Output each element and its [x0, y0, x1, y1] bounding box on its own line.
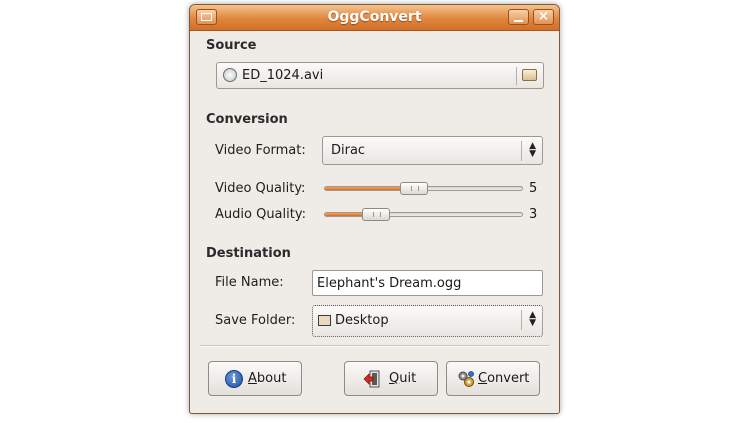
video-quality-handle[interactable]: [399, 182, 428, 195]
file-name-input[interactable]: Elephant's Dream.ogg: [312, 270, 543, 296]
chevron-updown-icon: ▲ ▼: [529, 310, 536, 328]
convert-button[interactable]: Convert: [446, 361, 540, 396]
file-icon: [223, 68, 237, 82]
audio-quality-slider[interactable]: [324, 208, 523, 221]
source-file-chooser[interactable]: ED_1024.avi: [216, 62, 544, 89]
save-folder-combo[interactable]: Desktop ▲ ▼: [312, 305, 543, 337]
combo-separator: [521, 310, 522, 330]
folder-icon[interactable]: [522, 69, 537, 81]
title-bar[interactable]: OggConvert ×: [190, 5, 559, 31]
about-button-label: About: [248, 371, 287, 386]
convert-button-label: Convert: [478, 371, 530, 386]
video-quality-value: 5: [529, 181, 538, 196]
window-title: OggConvert: [327, 9, 422, 25]
file-chooser-separator: [516, 67, 517, 85]
video-format-label: Video Format:: [215, 143, 306, 158]
minimize-button[interactable]: [508, 9, 529, 25]
video-quality-slider[interactable]: [324, 182, 523, 195]
info-icon: i: [225, 370, 243, 388]
source-file-name: ED_1024.avi: [242, 68, 324, 83]
chevron-updown-icon: ▲ ▼: [529, 141, 536, 159]
audio-quality-value: 3: [529, 207, 538, 222]
conversion-heading: Conversion: [206, 112, 288, 127]
video-format-combo[interactable]: Dirac ▲ ▼: [322, 136, 543, 165]
quit-button[interactable]: Quit: [344, 361, 438, 396]
file-name-label: File Name:: [215, 275, 284, 290]
video-format-value: Dirac: [331, 143, 366, 158]
save-folder-label: Save Folder:: [215, 313, 296, 328]
about-button[interactable]: i About: [208, 361, 302, 396]
combo-separator: [521, 141, 522, 161]
destination-heading: Destination: [206, 246, 291, 261]
quit-button-label: Quit: [389, 371, 417, 386]
save-folder-value: Desktop: [335, 313, 389, 328]
close-icon: ×: [538, 9, 549, 24]
video-quality-label: Video Quality:: [215, 181, 306, 196]
button-divider: [200, 345, 549, 347]
source-heading: Source: [206, 38, 257, 53]
exit-icon: [363, 370, 380, 388]
audio-quality-label: Audio Quality:: [215, 207, 306, 222]
close-button[interactable]: ×: [533, 9, 554, 25]
file-name-value: Elephant's Dream.ogg: [317, 276, 462, 291]
audio-quality-handle[interactable]: [362, 208, 391, 221]
desktop-icon: [318, 315, 331, 326]
oggconvert-window: OggConvert × Source ED_1024.avi Conversi…: [189, 4, 560, 414]
convert-gears-icon: [458, 371, 474, 387]
